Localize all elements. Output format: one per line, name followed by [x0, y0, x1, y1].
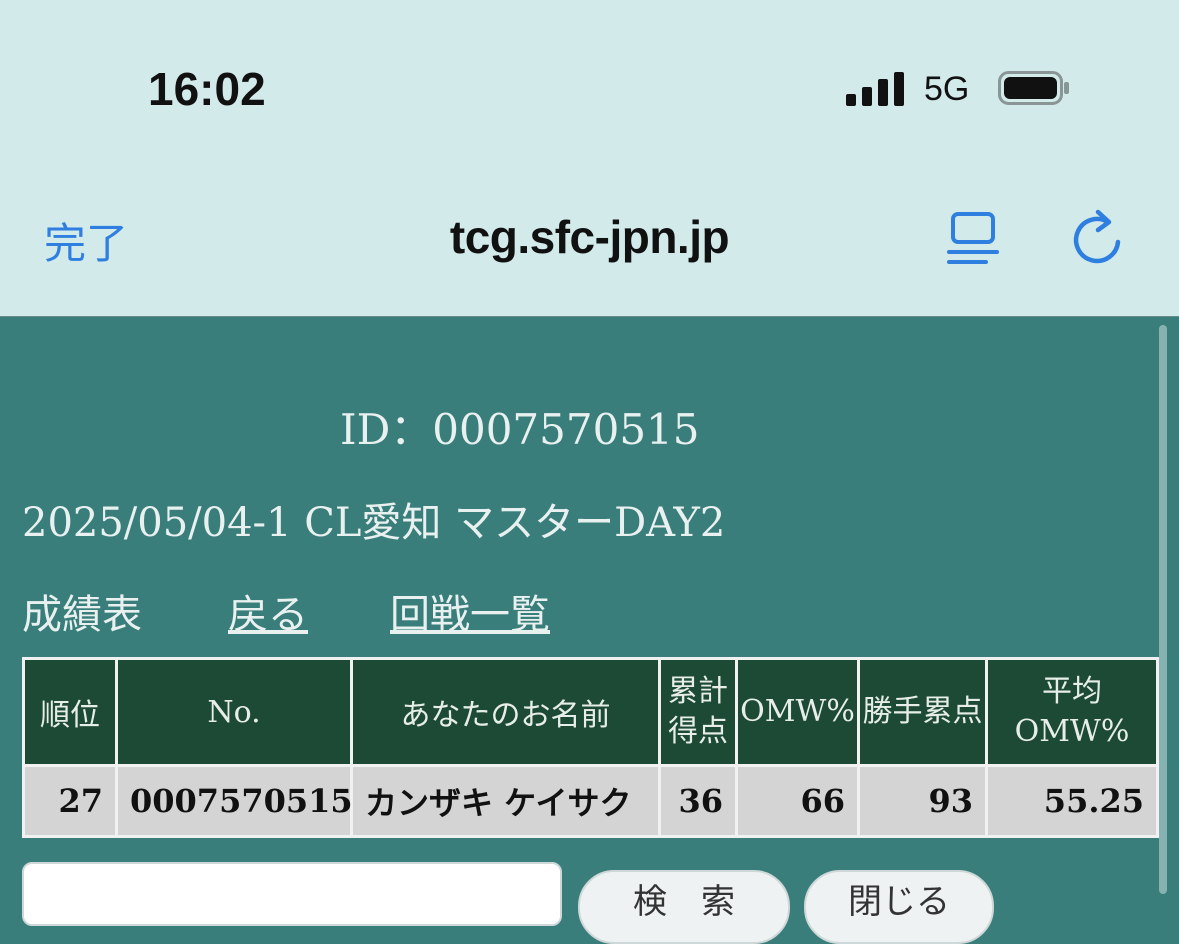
battery-icon [998, 71, 1069, 105]
search-input[interactable] [22, 862, 562, 926]
reader-view-icon[interactable] [946, 210, 1000, 266]
network-type: 5G [924, 70, 970, 108]
points-cell: 36 [658, 764, 738, 838]
search-button[interactable]: 検 索 [578, 870, 790, 944]
omw-header: OMW% [735, 657, 860, 767]
name-cell: カンザキ ケイサク [350, 764, 661, 838]
player-id: ID：0007570515 [340, 405, 700, 454]
points-header-line2: 得点 [668, 714, 728, 749]
event-title: 2025/05/04-1 CL愛知 マスターDAY2 [22, 500, 726, 546]
number-cell: 0007570515 [115, 764, 353, 838]
status-bar: 16:02 5G [0, 0, 1179, 160]
rounds-list-link[interactable]: 回戦一覧 [390, 582, 550, 640]
status-time: 16:02 [148, 63, 266, 115]
name-header: あなたのお名前 [350, 657, 661, 767]
results-table: 順位 No. あなたのお名前 累計得点 OMW% 勝手累点 平均OMW% 27 … [22, 657, 1159, 838]
table-row: 27 0007570515 カンザキ ケイサク 36 66 93 55.25 [22, 764, 1159, 838]
scrollbar[interactable] [1159, 325, 1167, 894]
url-display[interactable]: tcg.sfc-jpn.jp [0, 210, 1179, 264]
rank-header: 順位 [22, 657, 118, 767]
close-button[interactable]: 閉じる [804, 870, 994, 944]
number-header: No. [115, 657, 353, 767]
avg-omw-cell: 55.25 [985, 764, 1159, 838]
omw-cell: 66 [735, 764, 860, 838]
cumulative-cell: 93 [857, 764, 988, 838]
back-link[interactable]: 戻る [228, 582, 308, 640]
reload-icon[interactable] [1068, 208, 1126, 266]
page-title: 成績表 [22, 592, 142, 638]
points-header-line1: 累計 [668, 674, 728, 709]
table-header-row: 順位 No. あなたのお名前 累計得点 OMW% 勝手累点 平均OMW% [22, 657, 1159, 767]
points-header: 累計 得点 [658, 657, 738, 767]
avg-omw-header: 平均OMW% [985, 657, 1159, 767]
cellular-signal-icon [846, 72, 904, 106]
cumulative-header: 勝手累点 [857, 657, 988, 767]
rank-cell: 27 [22, 764, 118, 838]
